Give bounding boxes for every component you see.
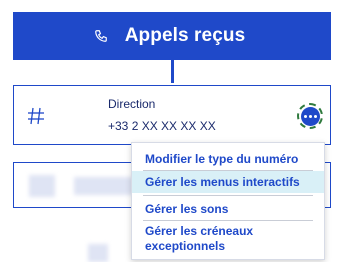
direction-title: Direction [108,97,156,111]
blurred-content [29,175,55,197]
menu-item-manage-exceptional-slots[interactable]: Gérer les créneaux exceptionnels [132,224,324,256]
phone-icon [93,28,109,44]
menu-item-manage-sounds[interactable]: Gérer les sons [132,198,324,220]
menu-item-change-number-type[interactable]: Modifier le type du numéro [132,148,324,170]
received-calls-node[interactable]: Appels reçus [13,12,331,60]
blurred-content [74,177,134,195]
call-flow-canvas: Appels reçus Direction +33 2 XX XX XX XX… [0,0,344,262]
blurred-content [88,244,108,262]
more-options-button[interactable] [297,103,323,129]
direction-node-card[interactable]: Direction +33 2 XX XX XX XX [13,85,331,145]
hash-icon [26,106,46,126]
direction-number: +33 2 XX XX XX XX [108,119,216,133]
options-dropdown-menu: Modifier le type du numéro Gérer les men… [131,142,325,260]
more-horizontal-icon [300,106,320,126]
menu-item-label-line2: exceptionnels [145,239,226,253]
flow-connector [171,60,174,83]
menu-divider [143,195,313,196]
received-calls-title: Appels reçus [124,25,246,46]
menu-item-label-line1: Gérer les créneaux [145,224,254,238]
menu-item-manage-ivr[interactable]: Gérer les menus interactifs [132,171,324,193]
menu-divider [143,220,313,221]
